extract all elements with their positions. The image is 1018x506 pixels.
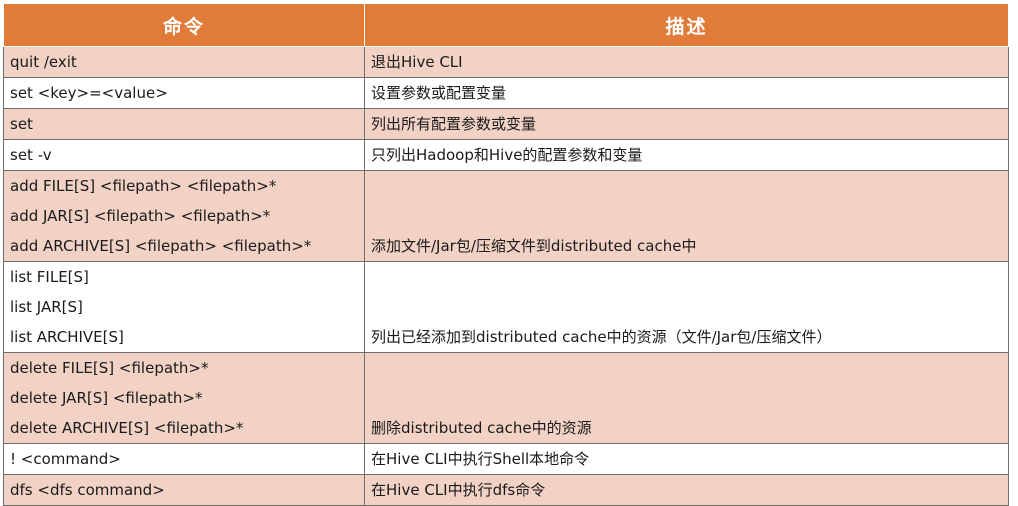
description-text: 列出已经添加到distributed cache中的资源（文件/Jar包/压缩文… xyxy=(371,328,832,346)
table-row: delete FILE[S] <filepath>* delete JAR[S] … xyxy=(3,352,1009,444)
command-cell: ! <command> xyxy=(3,443,365,475)
table-row: dfs <dfs command> 在Hive CLI中执行dfs命令 xyxy=(3,474,1009,506)
table-row: list FILE[S] list JAR[S] list ARCHIVE[S] 列出… xyxy=(3,261,1009,353)
command-cell: add FILE[S] <filepath> <filepath>* add JA… xyxy=(3,170,365,262)
command-text: ! <command> xyxy=(10,450,121,468)
table-row: set 列出所有配置参数或变量 xyxy=(3,108,1009,140)
table-row: set -v 只列出Hadoop和Hive的配置参数和变量 xyxy=(3,139,1009,171)
table-header-row: 命令 描述 xyxy=(3,3,1009,47)
command-cell: set <key>=<value> xyxy=(3,77,365,109)
command-text: add FILE[S] <filepath> <filepath>* xyxy=(10,177,277,195)
table-row: add FILE[S] <filepath> <filepath>* add JA… xyxy=(3,170,1009,262)
command-cell: list FILE[S] list JAR[S] list ARCHIVE[S] xyxy=(3,261,365,353)
description-text: 设置参数或配置变量 xyxy=(371,84,507,102)
description-text: 在Hive CLI中执行Shell本地命令 xyxy=(371,450,590,468)
description-text: 在Hive CLI中执行dfs命令 xyxy=(371,481,546,499)
command-text: delete JAR[S] <filepath>* xyxy=(10,389,203,407)
command-text: add ARCHIVE[S] <filepath> <filepath>* xyxy=(10,237,312,255)
description-text: 添加文件/Jar包/压缩文件到distributed cache中 xyxy=(371,237,697,255)
table-row: set <key>=<value> 设置参数或配置变量 xyxy=(3,77,1009,109)
header-description: 描述 xyxy=(364,3,1009,47)
command-text: delete FILE[S] <filepath>* xyxy=(10,359,209,377)
command-cell: set -v xyxy=(3,139,365,171)
hive-cli-commands-table: 命令 描述 quit /exit 退出Hive CLI set <key>=<val… xyxy=(3,3,1009,506)
command-cell: set xyxy=(3,108,365,140)
command-text: set <key>=<value> xyxy=(10,84,168,102)
command-text: dfs <dfs command> xyxy=(10,481,165,499)
description-cell: 在Hive CLI中执行dfs命令 xyxy=(364,474,1009,506)
table-row: ! <command> 在Hive CLI中执行Shell本地命令 xyxy=(3,443,1009,475)
command-text: list JAR[S] xyxy=(10,298,83,316)
description-text: 删除distributed cache中的资源 xyxy=(371,419,592,437)
description-cell: 删除distributed cache中的资源 xyxy=(364,352,1009,444)
command-cell: dfs <dfs command> xyxy=(3,474,365,506)
command-text: list FILE[S] xyxy=(10,268,89,286)
description-text: 只列出Hadoop和Hive的配置参数和变量 xyxy=(371,146,643,164)
command-text: quit /exit xyxy=(10,53,77,71)
table-row: quit /exit 退出Hive CLI xyxy=(3,46,1009,78)
header-command: 命令 xyxy=(3,3,365,47)
table-body: quit /exit 退出Hive CLI set <key>=<value> 设置参… xyxy=(3,46,1009,506)
description-text: 退出Hive CLI xyxy=(371,53,463,71)
description-cell: 列出所有配置参数或变量 xyxy=(364,108,1009,140)
command-cell: delete FILE[S] <filepath>* delete JAR[S] … xyxy=(3,352,365,444)
command-text: delete ARCHIVE[S] <filepath>* xyxy=(10,419,244,437)
command-cell: quit /exit xyxy=(3,46,365,78)
command-text: add JAR[S] <filepath> <filepath>* xyxy=(10,207,271,225)
command-text: set xyxy=(10,115,33,133)
command-text: set -v xyxy=(10,146,52,164)
description-cell: 在Hive CLI中执行Shell本地命令 xyxy=(364,443,1009,475)
description-cell: 退出Hive CLI xyxy=(364,46,1009,78)
description-cell: 添加文件/Jar包/压缩文件到distributed cache中 xyxy=(364,170,1009,262)
command-text: list ARCHIVE[S] xyxy=(10,328,124,346)
description-cell: 设置参数或配置变量 xyxy=(364,77,1009,109)
description-cell: 列出已经添加到distributed cache中的资源（文件/Jar包/压缩文… xyxy=(364,261,1009,353)
description-text: 列出所有配置参数或变量 xyxy=(371,115,537,133)
description-cell: 只列出Hadoop和Hive的配置参数和变量 xyxy=(364,139,1009,171)
